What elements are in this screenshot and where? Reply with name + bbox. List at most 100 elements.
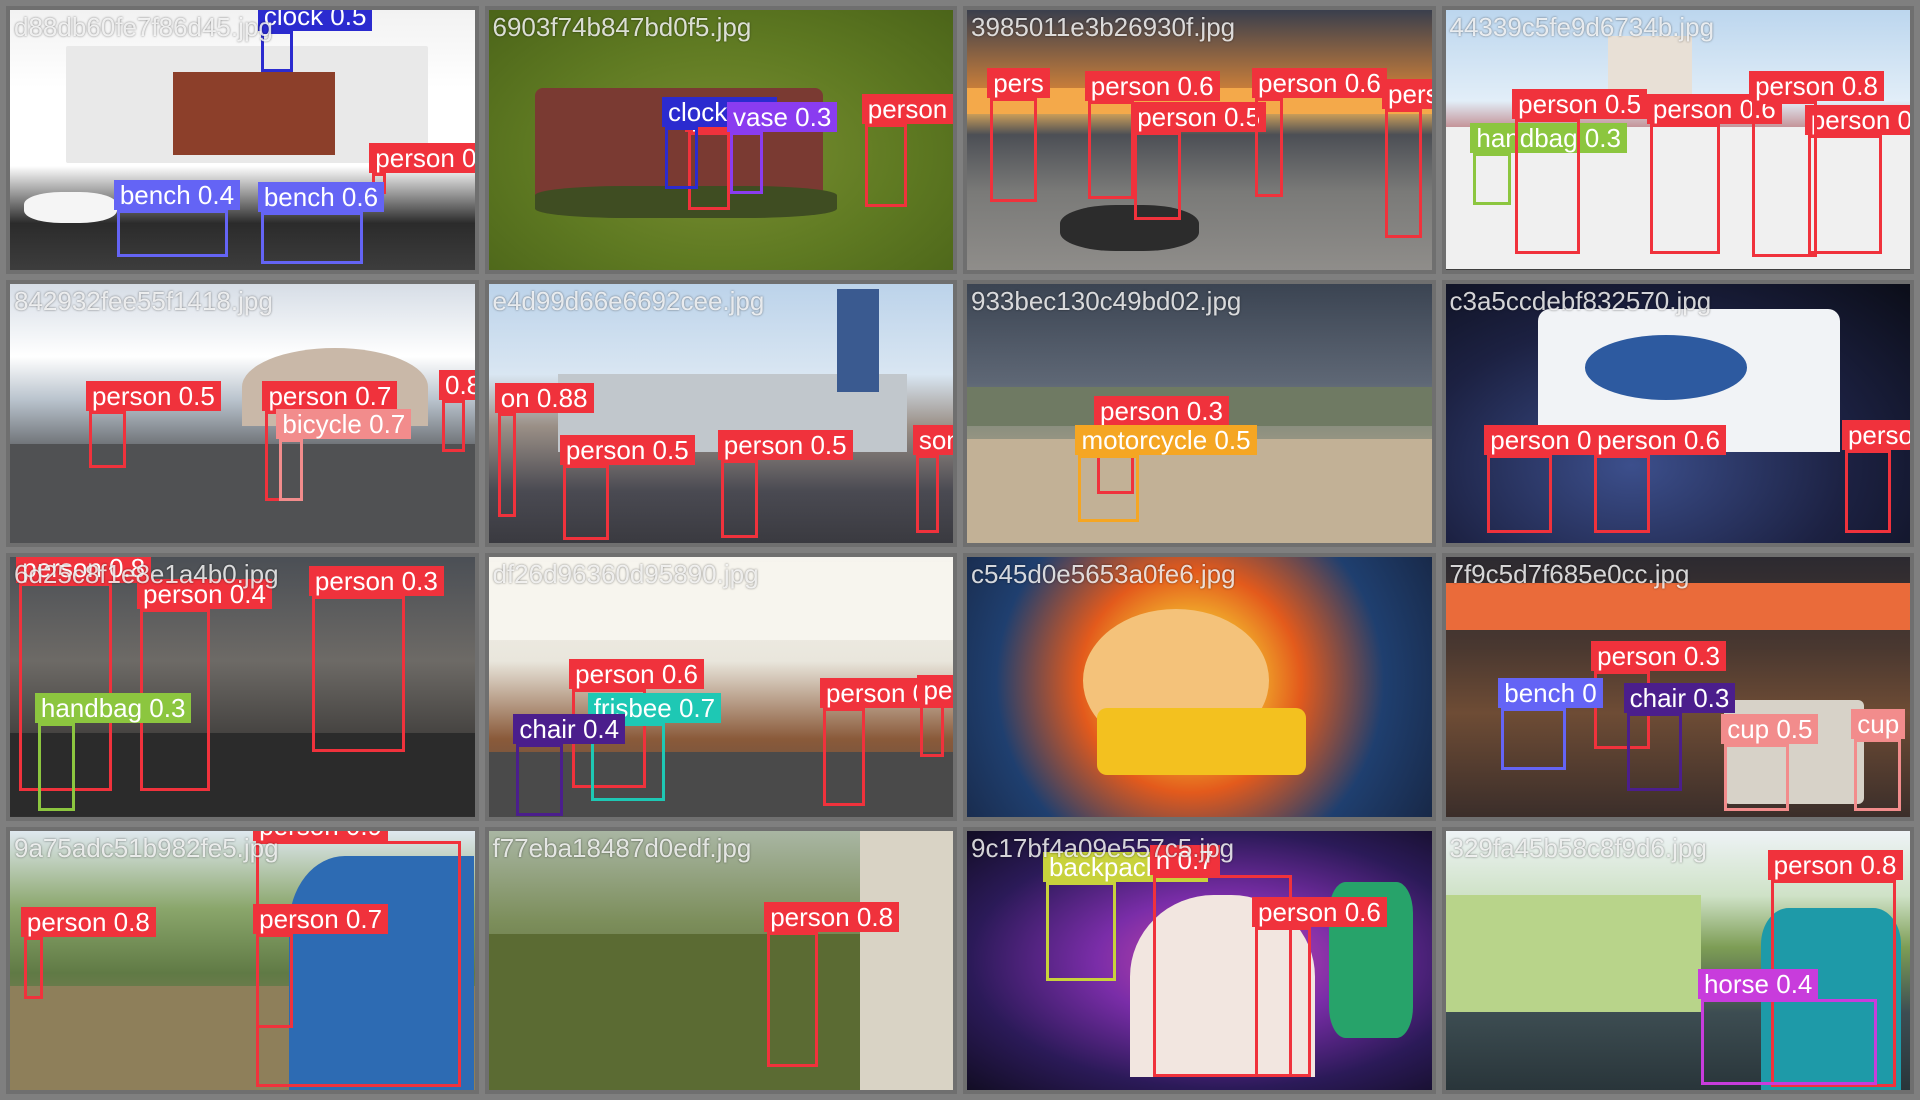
- detection-label: person 0.3: [1591, 641, 1726, 672]
- detection-label: handbag 0.3: [34, 693, 192, 724]
- bounding-box: [1473, 152, 1511, 205]
- detection-label: person 0.3: [861, 94, 954, 125]
- bounding-box: [1254, 98, 1283, 197]
- detection-label: chair 0.4: [513, 713, 626, 744]
- bounding-box: [311, 595, 405, 752]
- image-tile: 6d25c8f1e8e1a4b0.jpg person 0.8 person 0.4…: [6, 553, 479, 821]
- image-filename: 6d25c8f1e8e1a4b0.jpg: [14, 559, 279, 589]
- image-filename: 842932fee55f1418.jpg: [14, 285, 273, 316]
- bounding-box: [1854, 738, 1901, 812]
- bounding-box: [1487, 454, 1553, 533]
- image-filename: 44339c5fe9d6734b.jpg: [1449, 12, 1715, 42]
- detection: bench 0.4: [113, 179, 241, 257]
- bounding-box: [1078, 454, 1139, 523]
- bounding-box: [1045, 882, 1116, 981]
- detection: son 0.56: [912, 424, 954, 533]
- image-tile: c545d0e5653a0fe6.jpg: [963, 553, 1436, 821]
- detection: person 0.3: [861, 94, 954, 208]
- detection-label: motorcycle 0.5: [1075, 424, 1257, 455]
- image-tile: 7f9c5d7f685e0cc.jpg person 0.3 chair 0.3 cu…: [1441, 553, 1914, 821]
- image-filename: c545d0e5653a0fe6.jpg: [971, 559, 1236, 589]
- detection: horse 0.4: [1697, 969, 1878, 1085]
- detection: person 0.3: [1484, 424, 1620, 533]
- detection-label: person 0.8: [20, 906, 156, 937]
- detection-label: son 0.56: [912, 424, 954, 455]
- detection: person 0.6: [1646, 94, 1782, 254]
- bounding-box: [915, 454, 940, 533]
- mosaic-grid: d88db60fe7f86d45.jpgclock 0.5 person 0.8 b…: [0, 0, 1920, 1100]
- detection-label: person 0.5: [85, 380, 221, 411]
- bounding-box: [88, 410, 127, 468]
- detection: clock 0.3: [662, 96, 777, 190]
- detection: bench 0: [1498, 677, 1603, 770]
- image-tile: 842932fee55f1418.jpg person 0.5 person 0.7…: [6, 279, 479, 547]
- bounding-box: [1254, 926, 1311, 1077]
- detection: vase 0.3: [727, 101, 838, 195]
- image-filename: 6903f74b847bd0f5.jpg: [492, 12, 752, 42]
- image-tile: 44339c5fe9d6734b.jpg handbag 0.3 person 0.…: [1441, 6, 1914, 274]
- detection: person 0.5: [717, 429, 853, 538]
- image-filename: d88db60fe7f86d45.jpg: [14, 12, 273, 42]
- bounding-box: [1724, 743, 1790, 812]
- image-filename: c3a5ccdebf832570.jpg: [1449, 285, 1712, 316]
- bounding-box: [260, 212, 364, 265]
- image-filename: 3985011e3b26930f.jpg: [971, 12, 1236, 42]
- bounding-box: [730, 131, 763, 195]
- image-filename: 933bec130c49bd02.jpg: [971, 285, 1242, 316]
- image-filename: 329fa45b58c8f9d6.jpg: [1449, 832, 1707, 863]
- detection: person 0.6: [1251, 896, 1387, 1077]
- scene-shape: [860, 830, 953, 1090]
- detection-label: person 0.3: [308, 565, 444, 596]
- image-filename: 9c17bf4a09e557c5.jpg: [971, 832, 1235, 863]
- detection-label: person 0.8: [1767, 849, 1903, 880]
- bounding-box: [1515, 118, 1581, 254]
- image-tile: 933bec130c49bd02.jpg person 0.3 motorcycle…: [963, 279, 1436, 547]
- image-filename: 7f9c5d7f685e0cc.jpg: [1449, 559, 1690, 589]
- detection-label: person 0.: [1841, 419, 1911, 450]
- bounding-box: [1844, 449, 1892, 533]
- bounding-box: [23, 936, 43, 1000]
- bounding-box: [441, 400, 466, 453]
- detection: chair 0.3: [1623, 682, 1736, 791]
- bounding-box: [1649, 124, 1720, 254]
- scene-shape: [10, 444, 475, 543]
- bounding-box: [1501, 707, 1567, 770]
- bounding-box: [665, 126, 698, 190]
- detection-label: person 0.7: [1804, 104, 1911, 135]
- bounding-box: [516, 743, 563, 817]
- scene-shape: [1584, 335, 1748, 401]
- detection: 0.8: [438, 370, 475, 453]
- detection: person 0.7: [253, 904, 389, 1028]
- bounding-box: [864, 124, 907, 208]
- detection: person 0.6: [1084, 70, 1220, 200]
- detection-label: 0.8: [438, 370, 475, 401]
- scene-shape: [534, 186, 837, 218]
- scene-shape: [1445, 895, 1701, 1013]
- detection-label: bench 0.6: [257, 182, 385, 213]
- detection-label: person 0.5: [917, 674, 954, 705]
- image-tile: 9c17bf4a09e557c5.jpg backpack 0.3 n 0.7 per…: [963, 826, 1436, 1094]
- scene-shape: [836, 288, 879, 393]
- detection-label: person 0.3: [1094, 396, 1229, 427]
- detection: pers: [987, 68, 1050, 203]
- detection-label: person 0.6: [569, 659, 704, 690]
- detection-label: person 0.8: [764, 901, 900, 932]
- detection-label: person 0.8: [369, 143, 475, 174]
- detection: on 0.88: [494, 383, 594, 518]
- detection-label: cup: [1851, 708, 1906, 739]
- scene-shape: [1445, 582, 1910, 630]
- detection-label: pers: [987, 68, 1050, 99]
- bounding-box: [1807, 134, 1883, 254]
- image-filename: 9a75adc51b982fe5.jpg: [14, 832, 279, 863]
- detection-label: person 0.6: [1591, 424, 1726, 455]
- detection-label: person 0.7: [262, 380, 398, 411]
- bounding-box: [497, 413, 517, 518]
- detection-label: person 0.6: [1084, 70, 1220, 101]
- detection: person 0.: [1841, 419, 1911, 533]
- bounding-box: [279, 439, 303, 502]
- scene-shape: [1097, 707, 1307, 775]
- image-tile: d88db60fe7f86d45.jpgclock 0.5 person 0.8 b…: [6, 6, 479, 274]
- detection: cup 0.5: [1721, 713, 1819, 812]
- detection: person 0.5: [1131, 101, 1267, 221]
- scene-shape: [23, 191, 117, 223]
